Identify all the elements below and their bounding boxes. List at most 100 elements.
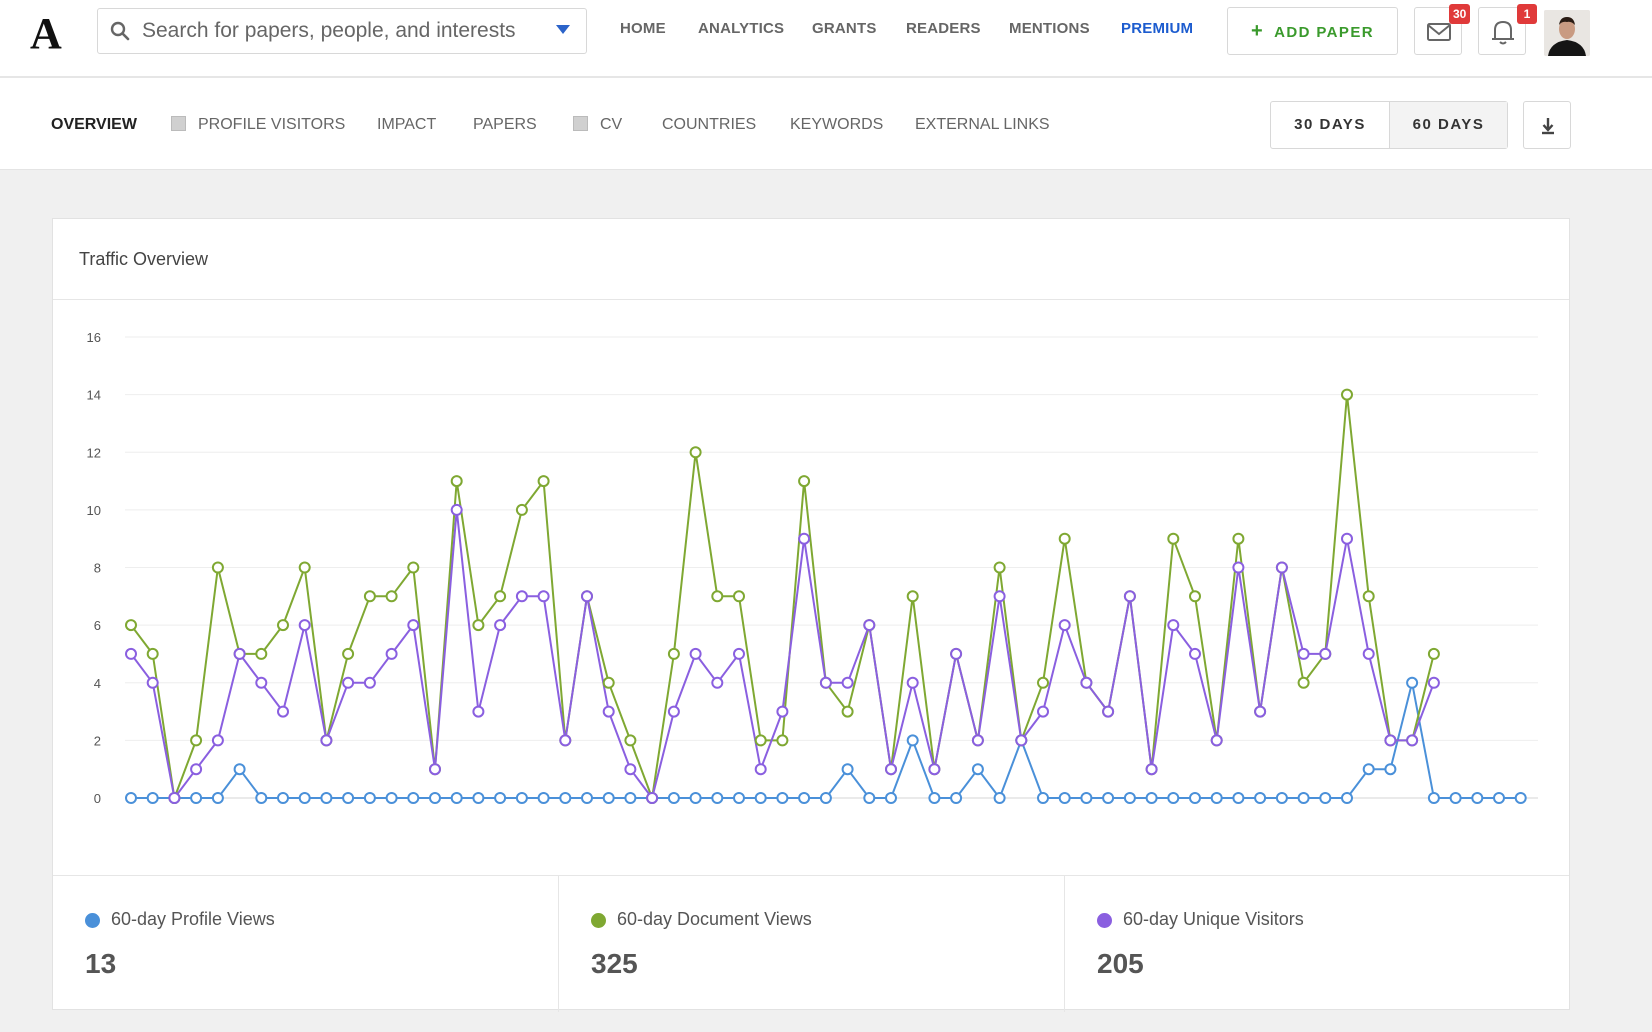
data-point[interactable] <box>1210 792 1223 804</box>
data-point[interactable] <box>754 763 767 776</box>
data-point[interactable] <box>733 590 745 603</box>
range-60-days-button[interactable]: 60 DAYS <box>1389 102 1507 148</box>
data-point[interactable] <box>928 763 941 776</box>
search-input[interactable] <box>142 15 522 47</box>
data-point[interactable] <box>798 792 811 804</box>
data-point[interactable] <box>993 561 1006 574</box>
data-point[interactable] <box>1037 676 1049 689</box>
data-point[interactable] <box>146 676 159 689</box>
data-point[interactable] <box>624 734 637 747</box>
data-point[interactable] <box>537 792 550 804</box>
data-point[interactable] <box>711 676 724 689</box>
add-paper-button[interactable]: + ADD PAPER <box>1227 7 1398 55</box>
site-logo[interactable]: A <box>30 8 70 60</box>
data-point[interactable] <box>342 792 355 804</box>
data-point[interactable] <box>1254 792 1267 804</box>
data-point[interactable] <box>1232 561 1245 574</box>
data-point[interactable] <box>1102 792 1115 804</box>
data-point[interactable] <box>841 705 854 718</box>
data-point[interactable] <box>602 792 615 804</box>
tab-external-links[interactable]: EXTERNAL LINKS <box>915 116 1050 134</box>
data-point[interactable] <box>841 676 854 689</box>
data-point[interactable] <box>494 792 507 804</box>
data-point[interactable] <box>385 647 398 660</box>
data-point[interactable] <box>863 619 876 632</box>
data-point[interactable] <box>363 676 376 689</box>
data-point[interactable] <box>537 475 550 488</box>
data-point[interactable] <box>277 619 289 632</box>
data-point[interactable] <box>906 676 919 689</box>
data-point[interactable] <box>429 763 441 776</box>
data-point[interactable] <box>450 503 463 516</box>
tab-countries[interactable]: COUNTRIES <box>662 116 756 134</box>
data-point[interactable] <box>125 647 137 660</box>
tab-profile-visitors[interactable]: PROFILE VISITORS <box>171 116 345 134</box>
data-point[interactable] <box>602 705 615 718</box>
data-point[interactable] <box>1058 532 1071 545</box>
data-point[interactable] <box>928 792 941 804</box>
data-point[interactable] <box>1275 792 1288 804</box>
data-point[interactable] <box>1341 388 1353 401</box>
data-point[interactable] <box>1058 619 1071 632</box>
data-point[interactable] <box>1080 676 1093 689</box>
data-point[interactable] <box>1341 792 1353 804</box>
data-point[interactable] <box>515 590 528 603</box>
data-point[interactable] <box>342 647 355 660</box>
data-point[interactable] <box>450 475 463 488</box>
data-point[interactable] <box>298 561 311 574</box>
data-point[interactable] <box>342 676 355 689</box>
data-point[interactable] <box>819 792 832 804</box>
data-point[interactable] <box>385 792 398 804</box>
data-point[interactable] <box>1341 532 1353 545</box>
data-point[interactable] <box>1319 792 1332 804</box>
data-point[interactable] <box>624 792 637 804</box>
chevron-down-icon[interactable] <box>556 25 570 34</box>
data-point[interactable] <box>1297 647 1310 660</box>
data-point[interactable] <box>125 619 137 632</box>
data-point[interactable] <box>950 792 963 804</box>
tab-keywords[interactable]: KEYWORDS <box>790 116 883 134</box>
data-point[interactable] <box>776 705 789 718</box>
data-point[interactable] <box>1471 792 1484 804</box>
data-point[interactable] <box>472 619 485 632</box>
data-point[interactable] <box>754 734 767 747</box>
data-point[interactable] <box>363 792 376 804</box>
data-point[interactable] <box>320 792 333 804</box>
data-point[interactable] <box>1406 676 1419 689</box>
data-point[interactable] <box>1123 792 1136 804</box>
data-point[interactable] <box>211 734 224 747</box>
data-point[interactable] <box>1232 792 1245 804</box>
data-point[interactable] <box>1319 647 1332 660</box>
data-point[interactable] <box>559 734 572 747</box>
data-point[interactable] <box>776 734 789 747</box>
data-point[interactable] <box>971 734 984 747</box>
nav-mentions[interactable]: MENTIONS <box>1009 20 1090 37</box>
data-point[interactable] <box>190 792 203 804</box>
data-point[interactable] <box>1015 734 1028 747</box>
data-point[interactable] <box>211 561 224 574</box>
data-point[interactable] <box>233 763 246 776</box>
data-point[interactable] <box>1167 619 1180 632</box>
data-point[interactable] <box>1232 532 1245 545</box>
data-point[interactable] <box>1058 792 1071 804</box>
data-point[interactable] <box>472 705 485 718</box>
data-point[interactable] <box>971 763 984 776</box>
data-point[interactable] <box>1189 647 1201 660</box>
data-point[interactable] <box>255 676 268 689</box>
data-point[interactable] <box>733 647 745 660</box>
data-point[interactable] <box>298 792 311 804</box>
messages-button[interactable]: 30 <box>1414 4 1471 55</box>
notifications-button[interactable]: 1 <box>1478 4 1537 55</box>
data-point[interactable] <box>1384 763 1397 776</box>
nav-analytics[interactable]: ANALYTICS <box>698 20 784 37</box>
data-point[interactable] <box>146 792 159 804</box>
data-point[interactable] <box>494 619 507 632</box>
data-point[interactable] <box>277 705 289 718</box>
data-point[interactable] <box>798 532 811 545</box>
data-point[interactable] <box>711 590 724 603</box>
data-point[interactable] <box>1210 734 1223 747</box>
data-point[interactable] <box>255 792 268 804</box>
tab-cv[interactable]: CV <box>573 116 622 134</box>
data-point[interactable] <box>863 792 876 804</box>
tab-overview[interactable]: OVERVIEW <box>51 116 137 134</box>
